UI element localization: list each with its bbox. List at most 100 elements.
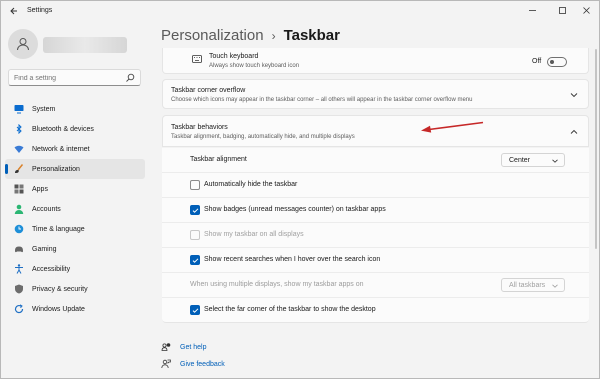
corner-overflow-subtitle: Choose which icons may appear in the tas… <box>171 97 473 103</box>
get-help-link[interactable]: Get help <box>161 342 206 352</box>
sidebar: System Bluetooth & devices Network & int… <box>1 21 149 378</box>
recent-searches-checkbox[interactable] <box>190 255 200 265</box>
search-box[interactable] <box>8 69 141 86</box>
sidebar-item-privacy[interactable]: Privacy & security <box>5 279 145 299</box>
sidebar-item-label: Accounts <box>32 205 61 213</box>
sidebar-item-apps[interactable]: Apps <box>5 179 145 199</box>
monitor-icon <box>14 104 24 114</box>
checkmark-icon <box>192 308 199 313</box>
sidebar-item-label: Personalization <box>32 165 80 173</box>
breadcrumb: Personalization › Taskbar <box>161 27 340 44</box>
page-title: Taskbar <box>283 27 340 44</box>
title-bar: Settings <box>1 1 599 21</box>
taskbar-behaviors-title: Taskbar behaviors <box>171 124 228 131</box>
nav-list: System Bluetooth & devices Network & int… <box>5 99 145 319</box>
scrollbar[interactable] <box>595 49 597 249</box>
corner-overflow-title: Taskbar corner overflow <box>171 87 246 94</box>
sidebar-item-bluetooth[interactable]: Bluetooth & devices <box>5 119 145 139</box>
sidebar-item-label: Apps <box>32 185 48 193</box>
sidebar-item-label: Bluetooth & devices <box>32 125 94 133</box>
settings-window: Settings System Bluetooth & devices Net <box>0 0 600 379</box>
sidebar-item-label: Time & language <box>32 225 85 233</box>
checkmark-icon <box>192 258 199 263</box>
help-icon <box>161 343 171 351</box>
show-badges-label: Show badges (unread messages counter) on… <box>204 206 386 213</box>
search-icon[interactable] <box>125 73 135 83</box>
sidebar-item-label: Gaming <box>32 245 57 253</box>
auto-hide-row[interactable]: Automatically hide the taskbar <box>162 173 589 198</box>
taskbar-alignment-label: Taskbar alignment <box>190 156 247 163</box>
back-arrow-icon[interactable] <box>9 6 19 16</box>
sidebar-item-windows-update[interactable]: Windows Update <box>5 299 145 319</box>
touch-keyboard-toggle[interactable] <box>547 57 567 67</box>
main-content: Personalization › Taskbar Touch keyboard… <box>149 21 599 378</box>
taskbar-behaviors-card[interactable]: Taskbar behaviors Taskbar alignment, bad… <box>162 115 589 147</box>
taskbar-alignment-dropdown[interactable]: Center <box>501 153 565 167</box>
annotation-arrow-icon <box>421 121 484 133</box>
feedback-icon <box>161 359 171 369</box>
toggle-state-label: Off <box>532 58 542 65</box>
avatar[interactable] <box>8 29 38 59</box>
get-help-label[interactable]: Get help <box>180 344 206 351</box>
sidebar-item-personalization[interactable]: Personalization <box>5 159 145 179</box>
multi-display-dropdown: All taskbars <box>501 278 565 292</box>
sidebar-item-label: Network & internet <box>32 145 90 153</box>
recent-searches-row[interactable]: Show recent searches when I hover over t… <box>162 248 589 273</box>
multi-display-row: When using multiple displays, show my ta… <box>162 273 589 298</box>
sidebar-item-label: Accessibility <box>32 265 71 273</box>
multi-display-label: When using multiple displays, show my ta… <box>190 281 364 288</box>
chevron-down-icon <box>552 159 558 163</box>
recent-searches-label: Show recent searches when I hover over t… <box>204 256 381 263</box>
person-icon <box>17 38 29 51</box>
all-displays-checkbox <box>190 230 200 240</box>
far-corner-label: Select the far corner of the taskbar to … <box>204 306 376 313</box>
close-button[interactable] <box>573 3 599 17</box>
sidebar-item-label: Privacy & security <box>32 285 88 293</box>
person-icon <box>14 204 24 214</box>
minimize-icon <box>528 9 536 11</box>
sidebar-item-label: System <box>32 105 56 113</box>
touch-keyboard-subtitle: Always show touch keyboard icon <box>209 63 300 69</box>
dropdown-value: Center <box>509 157 531 164</box>
far-corner-checkbox[interactable] <box>190 305 200 315</box>
brush-icon <box>14 164 24 174</box>
breadcrumb-parent[interactable]: Personalization <box>161 27 264 44</box>
shield-icon <box>14 284 24 294</box>
sidebar-item-network[interactable]: Network & internet <box>5 139 145 159</box>
sidebar-item-label: Windows Update <box>32 305 85 313</box>
close-icon <box>582 6 590 14</box>
sidebar-item-gaming[interactable]: Gaming <box>5 239 145 259</box>
give-feedback-label[interactable]: Give feedback <box>180 361 225 368</box>
breadcrumb-separator: › <box>271 28 276 43</box>
auto-hide-label: Automatically hide the taskbar <box>204 181 298 188</box>
corner-overflow-card[interactable]: Taskbar corner overflow Choose which ico… <box>162 79 589 109</box>
all-displays-label: Show my taskbar on all displays <box>204 231 304 238</box>
dropdown-value: All taskbars <box>509 282 546 289</box>
username-redacted <box>43 37 127 53</box>
touch-keyboard-card: Touch keyboard Always show touch keyboar… <box>162 48 589 74</box>
chevron-up-icon[interactable] <box>570 128 578 136</box>
sidebar-item-accounts[interactable]: Accounts <box>5 199 145 219</box>
sidebar-item-time-language[interactable]: Time & language <box>5 219 145 239</box>
chevron-down-icon[interactable] <box>570 91 578 99</box>
sidebar-item-system[interactable]: System <box>5 99 145 119</box>
taskbar-behaviors-subtitle: Taskbar alignment, badging, automaticall… <box>171 134 355 140</box>
all-displays-row: Show my taskbar on all displays <box>162 223 589 248</box>
far-corner-row[interactable]: Select the far corner of the taskbar to … <box>162 298 589 323</box>
auto-hide-checkbox[interactable] <box>190 180 200 190</box>
accessibility-icon <box>14 264 24 274</box>
maximize-button[interactable] <box>549 3 575 17</box>
minimize-button[interactable] <box>519 3 545 17</box>
update-icon <box>14 304 24 314</box>
sidebar-item-accessibility[interactable]: Accessibility <box>5 259 145 279</box>
show-badges-checkbox[interactable] <box>190 205 200 215</box>
chevron-down-icon <box>552 284 558 288</box>
window-title: Settings <box>27 7 53 14</box>
checkmark-icon <box>192 208 199 213</box>
maximize-icon <box>558 6 566 14</box>
give-feedback-link[interactable]: Give feedback <box>161 359 225 369</box>
show-badges-row[interactable]: Show badges (unread messages counter) on… <box>162 198 589 223</box>
search-input[interactable] <box>14 72 124 84</box>
globe-clock-icon <box>14 224 24 234</box>
apps-icon <box>14 184 24 194</box>
